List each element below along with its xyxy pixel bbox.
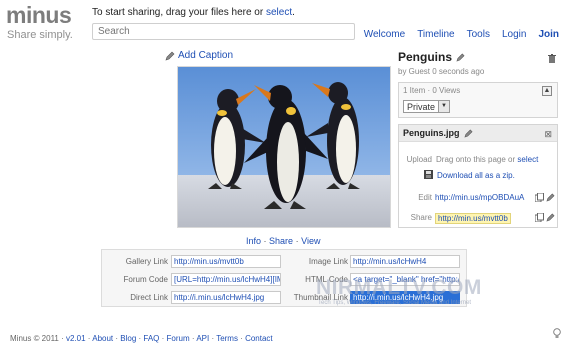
gallery-title-text: Penguins <box>398 50 453 64</box>
watermark-subtitle: Tech Tips, Windows, Freeware, Social Med… <box>318 300 472 306</box>
footer-copyright: Minus © 2011 · <box>10 334 66 343</box>
share-link[interactable]: Share <box>269 236 293 246</box>
gallery-info-panel: Penguins by Guest 0 seconds ago <box>398 50 560 76</box>
watermark: NIRMALTV.COM <box>316 276 482 299</box>
gallery-link-row: Gallery Link http://min.us/mvtt0b Image … <box>102 255 466 268</box>
share-instructions: To start sharing, drag your files here o… <box>92 7 295 18</box>
footer-contact[interactable]: Contact <box>245 334 273 343</box>
footer-forum[interactable]: Forum <box>167 334 190 343</box>
direct-link-field[interactable]: http://i.min.us/lcHwH4.jpg <box>171 291 281 304</box>
file-panel: Penguins.jpg ⊠ Upload Drag onto this pag… <box>398 124 558 228</box>
logo-wordmark: minus <box>6 2 72 28</box>
gallery-photo[interactable] <box>177 66 391 228</box>
gallery-stats-box: 1 Item · 0 Views ▲ Private ▼ <box>398 82 558 118</box>
chevron-down-icon: ▼ <box>438 101 450 112</box>
share-label: Share <box>410 213 432 222</box>
forum-code-field[interactable]: [URL=http://min.us/lcHwH4][IMG] <box>171 273 281 286</box>
add-caption-button[interactable]: Add Caption <box>165 50 233 61</box>
penguins-image <box>178 67 390 227</box>
upload-select-link[interactable]: select <box>517 155 538 164</box>
photo-actions: Info · Share · View <box>246 236 321 246</box>
footer-faq[interactable]: FAQ <box>143 334 159 343</box>
upload-text: Drag onto this page or <box>436 155 518 164</box>
logo-tagline: Share simply. <box>7 29 73 41</box>
view-link[interactable]: View <box>301 236 320 246</box>
footer: Minus © 2011 · v2.01 · About · Blog · FA… <box>10 334 273 343</box>
close-icon[interactable]: ⊠ <box>544 129 552 140</box>
copy-icon[interactable] <box>535 213 544 222</box>
lightbulb-icon[interactable] <box>553 328 561 339</box>
privacy-select[interactable]: Private ▼ <box>403 100 451 113</box>
edit-url[interactable]: http://min.us/mpOBDAuA <box>435 193 524 202</box>
file-header: Penguins.jpg <box>399 125 557 142</box>
image-link-field[interactable]: http://min.us/lcHwH4 <box>350 255 460 268</box>
minus-logo[interactable]: minus Share simply. <box>6 2 90 44</box>
image-link-label: Image Link <box>308 257 348 266</box>
pencil-icon[interactable] <box>463 129 473 138</box>
trash-icon[interactable] <box>548 54 556 63</box>
nav-login[interactable]: Login <box>502 29 526 40</box>
nav-tools[interactable]: Tools <box>467 29 490 40</box>
disk-icon <box>424 170 433 179</box>
pencil-icon[interactable] <box>546 193 555 202</box>
pencil-icon[interactable] <box>456 53 465 62</box>
download-zip-link[interactable]: Download all as a zip. <box>437 171 515 180</box>
nav-timeline[interactable]: Timeline <box>417 29 454 40</box>
collapse-icon[interactable]: ▲ <box>542 86 552 96</box>
nav-welcome[interactable]: Welcome <box>364 29 406 40</box>
add-caption-label: Add Caption <box>178 50 234 61</box>
file-name: Penguins.jpg <box>403 128 460 138</box>
search-input[interactable] <box>92 23 355 40</box>
footer-api[interactable]: API <box>196 334 209 343</box>
gallery-link-field[interactable]: http://min.us/mvtt0b <box>171 255 281 268</box>
footer-about[interactable]: About <box>92 334 113 343</box>
footer-blog[interactable]: Blog <box>120 334 136 343</box>
nav-join[interactable]: Join <box>538 29 559 40</box>
pencil-icon <box>165 51 175 60</box>
direct-link-label: Direct Link <box>130 293 168 302</box>
upload-label: Upload <box>406 155 432 164</box>
items-views-count: 1 Item · 0 Views <box>403 86 461 95</box>
select-files-link[interactable]: select <box>266 7 292 18</box>
pencil-icon[interactable] <box>546 213 555 222</box>
privacy-value: Private <box>407 101 436 112</box>
copy-icon[interactable] <box>535 193 544 202</box>
forum-code-label: Forum Code <box>123 275 168 284</box>
footer-terms[interactable]: Terms <box>216 334 238 343</box>
top-nav: Welcome Timeline Tools Login Join <box>364 29 559 40</box>
gallery-title[interactable]: Penguins <box>398 50 560 64</box>
gallery-link-label: Gallery Link <box>125 257 168 266</box>
edit-label: Edit <box>418 193 432 202</box>
gallery-subtitle: by Guest 0 seconds ago <box>398 67 485 76</box>
footer-version[interactable]: v2.01 <box>66 334 86 343</box>
share-instructions-text: To start sharing, drag your files here o… <box>92 7 266 18</box>
share-url[interactable]: http://min.us/mvtt0b <box>435 213 511 224</box>
info-link[interactable]: Info <box>246 236 261 246</box>
